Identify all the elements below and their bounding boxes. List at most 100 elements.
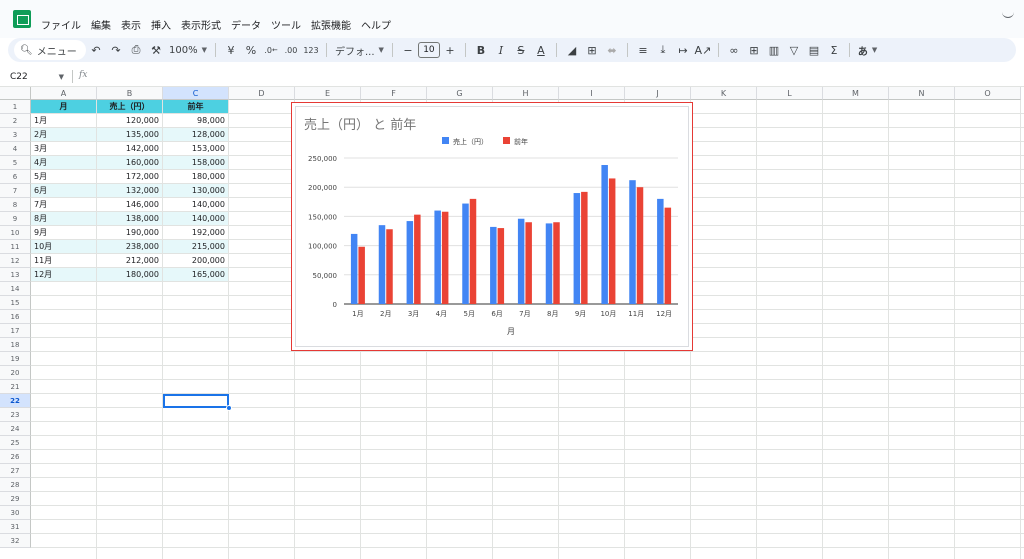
plus-icon[interactable]: +: [440, 40, 460, 60]
row-header[interactable]: 19: [0, 352, 31, 366]
cell[interactable]: 238,000: [97, 240, 163, 254]
embedded-chart[interactable]: 売上（円） と 前年 売上（円） 前年 0 50,000 100,000 150,000 2…: [291, 102, 693, 351]
row-header[interactable]: 16: [0, 310, 31, 324]
row-header[interactable]: 21: [0, 380, 31, 394]
column-header[interactable]: A: [31, 87, 97, 100]
decrease-decimal-button[interactable]: .0 ←: [261, 40, 281, 60]
cell[interactable]: 192,000: [163, 226, 229, 240]
cell[interactable]: 売上（円）: [97, 100, 163, 114]
cell[interactable]: 180,000: [163, 170, 229, 184]
row-header[interactable]: 15: [0, 296, 31, 310]
menu-item[interactable]: 挿入: [151, 17, 171, 32]
cell[interactable]: 132,000: [97, 184, 163, 198]
cell[interactable]: 172,000: [97, 170, 163, 184]
number-format-button[interactable]: 123: [301, 40, 321, 60]
column-header[interactable]: I: [559, 87, 625, 100]
row-header[interactable]: 28: [0, 478, 31, 492]
row-header[interactable]: 31: [0, 520, 31, 534]
minus-icon[interactable]: −: [398, 40, 418, 60]
borders-icon[interactable]: ⊞: [582, 40, 602, 60]
row-header[interactable]: 3: [0, 128, 31, 142]
font-size-input[interactable]: 10: [417, 42, 440, 58]
print-icon[interactable]: ⎙: [126, 40, 146, 60]
functions-icon[interactable]: Σ: [824, 40, 844, 60]
cell[interactable]: 12月: [31, 268, 97, 282]
collapse-icon[interactable]: [1002, 6, 1014, 18]
row-header[interactable]: 26: [0, 450, 31, 464]
strikethrough-button[interactable]: S: [511, 40, 531, 60]
comment-icon[interactable]: ⊞: [744, 40, 764, 60]
cell[interactable]: 6月: [31, 184, 97, 198]
menu-search-button[interactable]: 🔍︎ メニュー: [14, 40, 86, 60]
cell[interactable]: 9月: [31, 226, 97, 240]
name-box[interactable]: C22 ▼: [10, 71, 64, 83]
cell[interactable]: 130,000: [163, 184, 229, 198]
column-header[interactable]: J: [625, 87, 691, 100]
cell[interactable]: 153,000: [163, 142, 229, 156]
cell[interactable]: 前年: [163, 100, 229, 114]
menu-item[interactable]: データ: [231, 17, 261, 32]
row-header[interactable]: 24: [0, 422, 31, 436]
align-left-icon[interactable]: ≡: [633, 40, 653, 60]
row-header[interactable]: 17: [0, 324, 31, 338]
menu-item[interactable]: ファイル: [41, 17, 81, 32]
cell[interactable]: 212,000: [97, 254, 163, 268]
column-header[interactable]: L: [757, 87, 823, 100]
input-tools-button[interactable]: あ ▼: [855, 40, 880, 60]
row-header[interactable]: 14: [0, 282, 31, 296]
paint-format-icon[interactable]: ⚒: [146, 40, 166, 60]
zoom-dropdown[interactable]: 100% ▼: [166, 40, 210, 60]
column-header[interactable]: G: [427, 87, 493, 100]
menu-item[interactable]: ツール: [271, 17, 301, 32]
valign-icon[interactable]: ⤓: [653, 40, 673, 60]
cell[interactable]: 215,000: [163, 240, 229, 254]
cell[interactable]: 138,000: [97, 212, 163, 226]
row-header[interactable]: 13: [0, 268, 31, 282]
currency-button[interactable]: ¥: [221, 40, 241, 60]
filter-icon[interactable]: ▽: [784, 40, 804, 60]
row-header[interactable]: 12: [0, 254, 31, 268]
column-header[interactable]: K: [691, 87, 757, 100]
cell[interactable]: 180,000: [97, 268, 163, 282]
merge-cells-icon[interactable]: ⬌: [602, 40, 622, 60]
fill-handle[interactable]: [226, 405, 232, 411]
cell[interactable]: 165,000: [163, 268, 229, 282]
fill-color-icon[interactable]: ◢: [562, 40, 582, 60]
cell[interactable]: 1月: [31, 114, 97, 128]
row-header[interactable]: 8: [0, 198, 31, 212]
row-header[interactable]: 6: [0, 170, 31, 184]
row-header[interactable]: 2: [0, 114, 31, 128]
row-header[interactable]: 1: [0, 100, 31, 114]
row-header[interactable]: 20: [0, 366, 31, 380]
row-header[interactable]: 7: [0, 184, 31, 198]
cell[interactable]: 10月: [31, 240, 97, 254]
row-header[interactable]: 30: [0, 506, 31, 520]
row-header[interactable]: 23: [0, 408, 31, 422]
cell[interactable]: 158,000: [163, 156, 229, 170]
cell[interactable]: 160,000: [97, 156, 163, 170]
link-icon[interactable]: ∞: [724, 40, 744, 60]
menu-item[interactable]: ヘルプ: [361, 17, 391, 32]
cell[interactable]: 190,000: [97, 226, 163, 240]
row-header[interactable]: 22: [0, 394, 31, 408]
cell[interactable]: 140,000: [163, 198, 229, 212]
column-header[interactable]: D: [229, 87, 295, 100]
column-header[interactable]: M: [823, 87, 889, 100]
row-header[interactable]: 25: [0, 436, 31, 450]
row-header[interactable]: 4: [0, 142, 31, 156]
cell[interactable]: 月: [31, 100, 97, 114]
filter-views-icon[interactable]: ▤: [804, 40, 824, 60]
cell[interactable]: 2月: [31, 128, 97, 142]
row-header[interactable]: 11: [0, 240, 31, 254]
cell[interactable]: 98,000: [163, 114, 229, 128]
column-header[interactable]: H: [493, 87, 559, 100]
column-header[interactable]: O: [955, 87, 1021, 100]
cell[interactable]: 146,000: [97, 198, 163, 212]
menu-item[interactable]: 拡張機能: [311, 17, 351, 32]
text-color-button[interactable]: A: [531, 40, 551, 60]
chart-icon[interactable]: ▥: [764, 40, 784, 60]
selected-cell-outline[interactable]: [163, 394, 229, 408]
bold-button[interactable]: B: [471, 40, 491, 60]
increase-decimal-button[interactable]: .00: [281, 40, 301, 60]
cell[interactable]: 4月: [31, 156, 97, 170]
